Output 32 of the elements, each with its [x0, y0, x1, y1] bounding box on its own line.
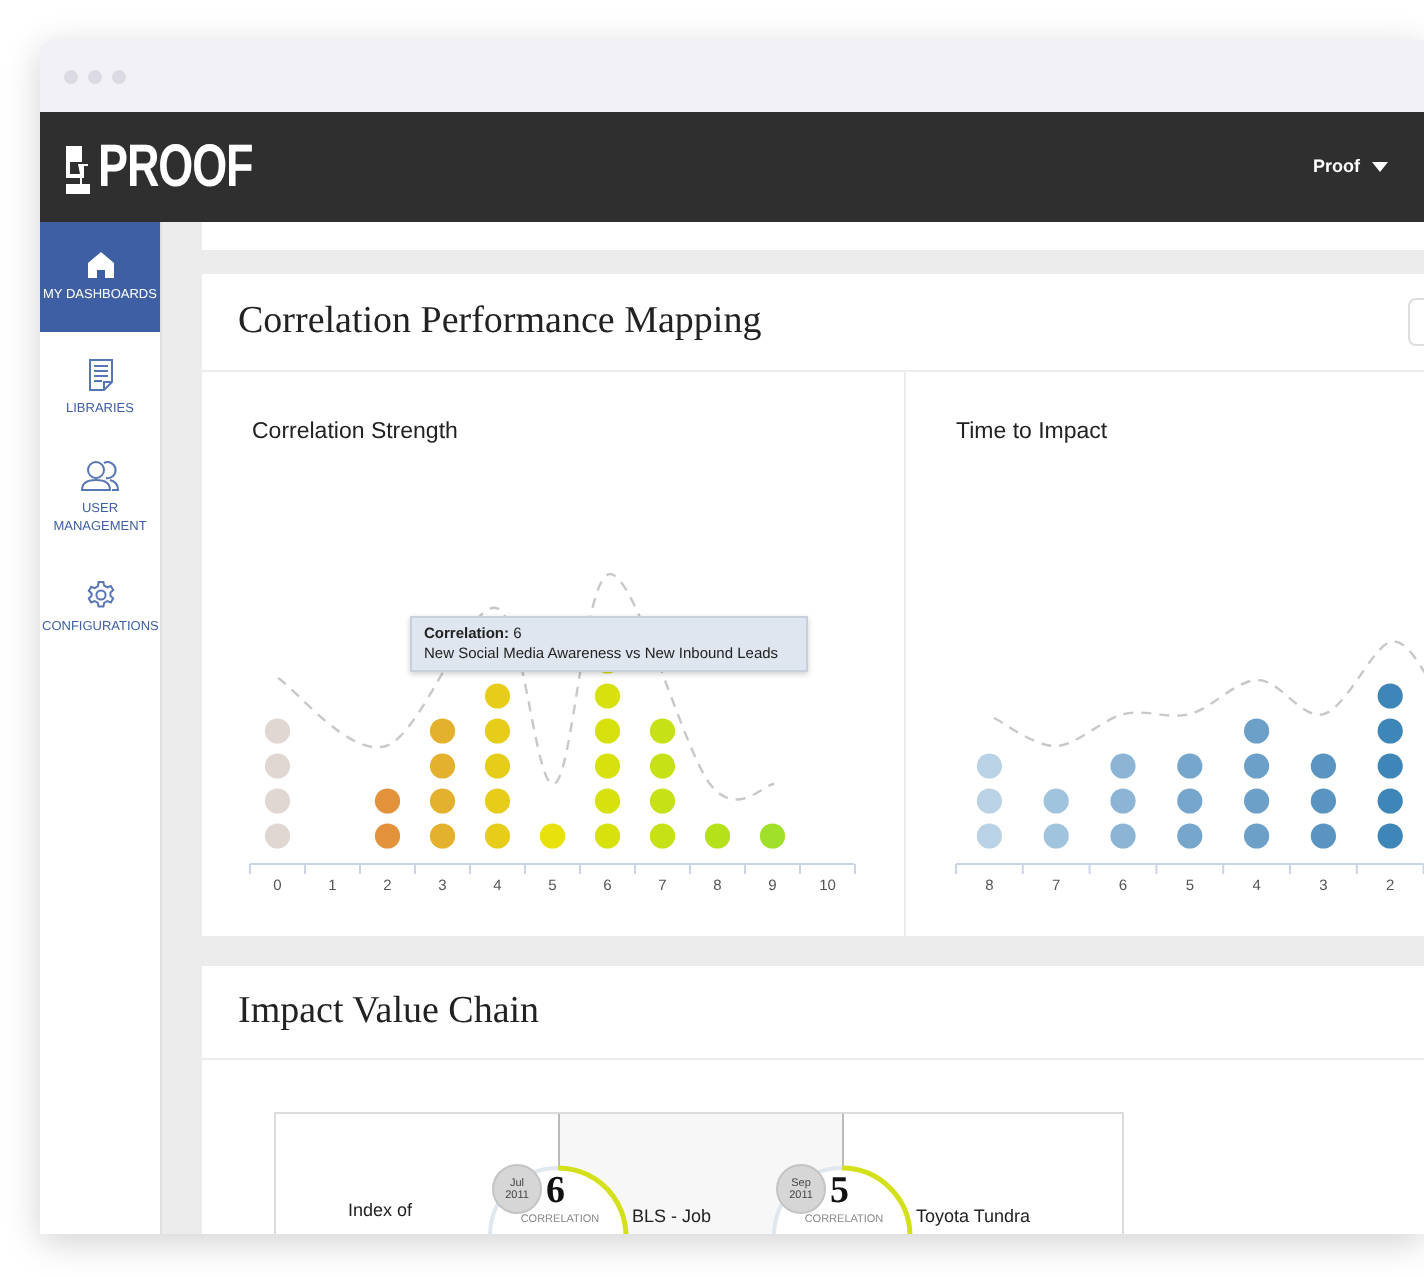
caret-icon [1372, 162, 1388, 172]
chain-label: Toyota Tundra [916, 1204, 1031, 1230]
app-logo[interactable]: PROOF [98, 137, 253, 197]
card-title: Correlation Performance Mapping [238, 297, 762, 346]
dot-stack[interactable] [429, 718, 456, 849]
dot-stack[interactable] [1244, 718, 1270, 849]
dot-stack[interactable] [704, 823, 731, 849]
dot-stack[interactable] [264, 718, 291, 849]
home-icon [87, 251, 113, 277]
dot-stack[interactable] [1110, 753, 1136, 849]
dot-stack[interactable] [539, 823, 566, 849]
dot-stack[interactable] [649, 718, 676, 849]
chain-label: Index of [348, 1198, 413, 1224]
document-icon [87, 357, 113, 391]
chart-title: Correlation Strength [250, 418, 460, 448]
users-icon [80, 459, 120, 491]
chain-label: BLS - Job [632, 1204, 712, 1230]
dot-stack[interactable] [1310, 753, 1336, 849]
card-title: Impact Value Chain [238, 987, 540, 1036]
dot-stack[interactable] [976, 753, 1002, 849]
dot-stack[interactable] [759, 823, 786, 849]
dot-stack[interactable] [1377, 683, 1403, 849]
dot-stack[interactable] [484, 683, 511, 849]
dot-stack[interactable] [1177, 753, 1203, 849]
dot-stack[interactable] [374, 788, 401, 849]
chess-knight-icon [62, 141, 90, 193]
correlation-value: 5 [830, 1172, 849, 1210]
dot-stack[interactable] [1043, 788, 1069, 849]
chart-title: Time to Impact [954, 418, 1110, 448]
correlation-value: 6 [546, 1172, 565, 1210]
user-menu[interactable]: Proof [1313, 153, 1388, 181]
gear-icon [85, 579, 115, 609]
